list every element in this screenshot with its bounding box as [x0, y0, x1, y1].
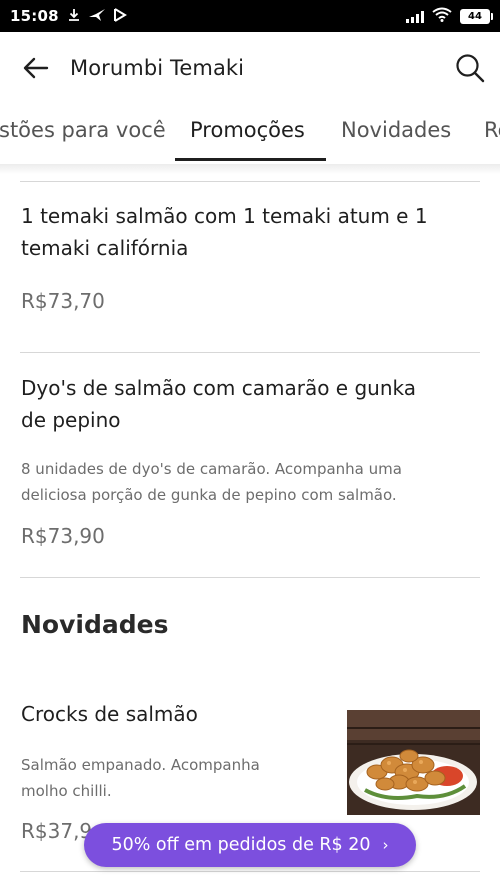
- battery-icon: 44: [460, 8, 493, 24]
- section-title-novidades: Novidades: [21, 610, 169, 639]
- item-description: 8 unidades de dyo's de camarão. Acompanh…: [21, 460, 402, 504]
- search-icon: [456, 54, 485, 83]
- item-title: Crocks de salmão: [21, 702, 198, 726]
- signal-icon: [406, 10, 424, 23]
- app-header: Morumbi Temaki: [0, 32, 500, 104]
- divider: [20, 181, 480, 182]
- tab-next[interactable]: Re: [484, 118, 500, 142]
- tabs-shadow: [0, 164, 500, 174]
- search-button[interactable]: [452, 50, 488, 86]
- item-title: 1 temaki salmão com 1 temaki atum e 1 te…: [21, 204, 428, 260]
- play-icon: [113, 7, 127, 26]
- category-tabs: stões para você Promoções Novidades Re: [0, 104, 500, 164]
- item-title: Dyo's de salmão com camarão e gunka de p…: [21, 376, 416, 432]
- item-price: R$37,9: [21, 819, 93, 843]
- status-time: 15:08: [10, 7, 59, 25]
- battery-level: 44: [468, 10, 482, 22]
- status-bar: 15:08 44: [0, 0, 500, 32]
- promo-banner-label: 50% off em pedidos de R$ 20: [111, 835, 371, 855]
- download-icon: [67, 7, 81, 26]
- page-title: Morumbi Temaki: [70, 56, 245, 80]
- item-price: R$73,90: [21, 524, 105, 548]
- bird-icon: [88, 7, 106, 26]
- back-button[interactable]: [18, 50, 54, 86]
- tab-novidades[interactable]: Novidades: [341, 118, 451, 142]
- tab-promocoes[interactable]: Promoções: [190, 118, 305, 142]
- promo-banner-button[interactable]: 50% off em pedidos de R$ 20 ›: [84, 823, 416, 867]
- food-image: [347, 710, 480, 815]
- divider: [20, 352, 480, 353]
- item-description: Salmão empanado. Acompanha molho chilli.: [21, 756, 260, 800]
- tab-sugestoes[interactable]: stões para você: [0, 118, 166, 142]
- back-arrow-icon: [23, 57, 49, 79]
- chevron-right-icon: ›: [382, 836, 389, 854]
- item-price: R$73,70: [21, 289, 105, 313]
- divider: [20, 871, 480, 872]
- active-tab-indicator: [175, 158, 326, 161]
- divider: [20, 577, 480, 578]
- wifi-icon: [432, 7, 452, 26]
